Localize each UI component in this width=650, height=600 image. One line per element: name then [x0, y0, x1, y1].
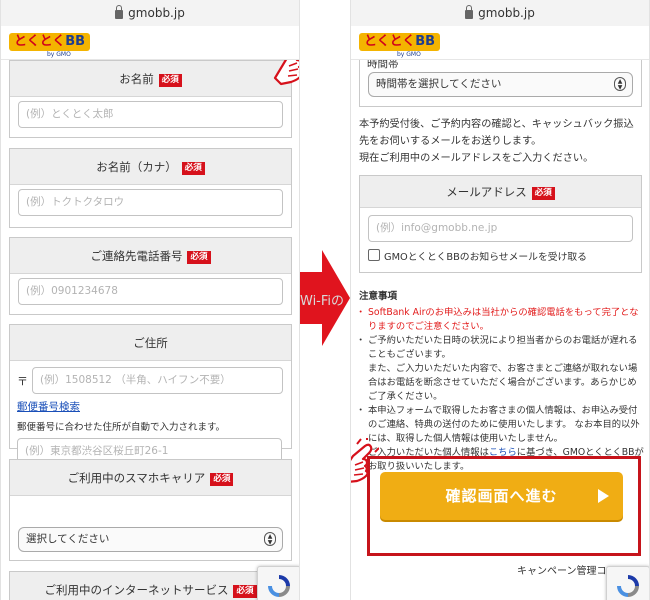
kana-label: お名前（カナ）	[96, 160, 177, 174]
name-input[interactable]: (例）とくとく太郎	[18, 101, 283, 128]
caution-title: 注意事項	[359, 291, 398, 302]
email-field-group: メールアドレス 必須 (例）info@gmobb.ne.jp GMOとくとくBBの…	[359, 175, 642, 273]
email-label: メールアドレス	[446, 185, 527, 199]
recaptcha-icon	[268, 575, 290, 597]
brand-logo[interactable]: とくとくBB	[359, 33, 441, 51]
brand-logo[interactable]: とくとくBB	[9, 33, 91, 51]
brand-logo-sub: by GMO	[397, 51, 421, 58]
phone-field-header: ご連絡先電話番号 必須	[10, 238, 291, 274]
phone-screen-left: gmobb.jp とくとくBB by GMO お名前 必須 (例）とくとく太郎 お…	[0, 0, 300, 600]
required-badge: 必須	[210, 473, 234, 486]
phone-label: ご連絡先電話番号	[90, 249, 183, 263]
pointing-hand-icon	[351, 438, 379, 483]
address-field-header: ご住所	[10, 325, 291, 361]
carrier-field-group: ご利用中のスマホキャリア 必須 選択してください ▲ ▼	[9, 459, 292, 561]
site-header: とくとくBB by GMO	[351, 26, 649, 60]
address-label: ご住所	[133, 336, 168, 350]
carrier-select[interactable]: 選択してください ▲ ▼	[18, 527, 283, 552]
watermark-text: Wi-Fiの	[300, 294, 345, 309]
required-badge: 必須	[233, 585, 257, 598]
required-badge: 必須	[158, 74, 182, 87]
internet-field-header: ご利用中のインターネットサービス 必須	[10, 572, 291, 600]
select-updown-icon: ▲ ▼	[264, 532, 276, 546]
address-bar[interactable]: gmobb.jp	[351, 0, 649, 26]
email-intro-text: 本予約受付後、ご予約内容の確認と、キャッシュバック振込 先をお伺いするメールをお…	[359, 119, 634, 164]
address-field-group: ご住所 〒 (例）1508512 （半角、ハイフン不要） 郵便番号検索 郵便番号…	[9, 324, 292, 449]
kana-input[interactable]: (例）トクトクタロウ	[18, 189, 283, 216]
phone-screen-right: gmobb.jp とくとくBB by GMO 時間帯 時間帯を選択してください …	[350, 0, 650, 600]
select-updown-icon: ▲ ▼	[614, 77, 626, 91]
lock-icon	[465, 4, 474, 19]
caution-item-delay: ご予約いただいた日時の状況により担当者からのお電話が遅れることもございます。 ま…	[356, 334, 644, 404]
carrier-label: ご利用中のスマホキャリア	[67, 471, 206, 485]
internet-label: ご利用中のインターネットサービス	[44, 583, 229, 597]
caution-section: 注意事項 SoftBank Airのお申込みは当社からの確認電話をもって完了とな…	[356, 290, 644, 474]
phone-field-group: ご連絡先電話番号 必須 (例）0901234678	[9, 237, 292, 315]
postal-mark: 〒	[17, 375, 28, 388]
confirm-button[interactable]: 確認画面へ進む	[380, 472, 623, 520]
phone-input[interactable]: (例）0901234678	[18, 278, 283, 305]
postal-code-input[interactable]: (例）1508512 （半角、ハイフン不要）	[32, 367, 283, 394]
play-arrow-icon	[598, 489, 609, 503]
newsletter-label: GMOとくとくBBのお知らせメールを受け取る	[384, 252, 587, 263]
name-field-group: お名前 必須 (例）とくとく太郎	[9, 60, 292, 138]
email-input[interactable]: (例）info@gmobb.ne.jp	[368, 215, 633, 242]
carrier-select-value: 選択してください	[26, 533, 110, 545]
caution-item-privacy: 本申込フォームで取得したお客さまの個人情報は、お申込み受付のご連絡、特典の送付の…	[356, 404, 644, 446]
recaptcha-icon	[617, 575, 639, 597]
address-bar[interactable]: gmobb.jp	[1, 0, 299, 26]
internet-field-group: ご利用中のインターネットサービス 必須	[9, 571, 292, 600]
kana-field-header: お名前（カナ） 必須	[10, 149, 291, 185]
confirm-button-label: 確認画面へ進む	[445, 487, 558, 505]
timeslot-select[interactable]: 時間帯を選択してください ▲ ▼	[368, 72, 633, 97]
brand-logo-sub: by GMO	[47, 51, 71, 58]
newsletter-checkbox[interactable]	[368, 249, 380, 261]
site-header: とくとくBB by GMO	[1, 26, 299, 60]
required-badge: 必須	[531, 187, 555, 200]
postal-search-link[interactable]: 郵便番号検索	[17, 399, 80, 414]
timeslot-field-group: 時間帯 時間帯を選択してください ▲ ▼	[359, 52, 642, 107]
name-label: お名前	[119, 72, 154, 86]
kana-field-group: お名前（カナ） 必須 (例）トクトクタロウ	[9, 148, 292, 228]
lock-icon	[115, 4, 124, 19]
postal-note: 郵便番号に合わせた住所が自動で入力されます。	[17, 422, 226, 433]
name-field-header: お名前 必須	[10, 61, 291, 97]
caution-item-confirm-call: SoftBank Airのお申込みは当社からの確認電話をもって完了となりますので…	[356, 306, 644, 334]
required-badge: 必須	[181, 162, 205, 175]
recaptcha-badge[interactable]	[606, 566, 649, 600]
email-field-header: メールアドレス 必須	[360, 176, 641, 208]
recaptcha-badge[interactable]	[257, 566, 299, 600]
carrier-field-header: ご利用中のスマホキャリア 必須	[10, 460, 291, 496]
timeslot-select-value: 時間帯を選択してください	[376, 78, 502, 90]
url-text: gmobb.jp	[478, 6, 535, 20]
required-badge: 必須	[187, 251, 211, 264]
url-text: gmobb.jp	[128, 6, 185, 20]
